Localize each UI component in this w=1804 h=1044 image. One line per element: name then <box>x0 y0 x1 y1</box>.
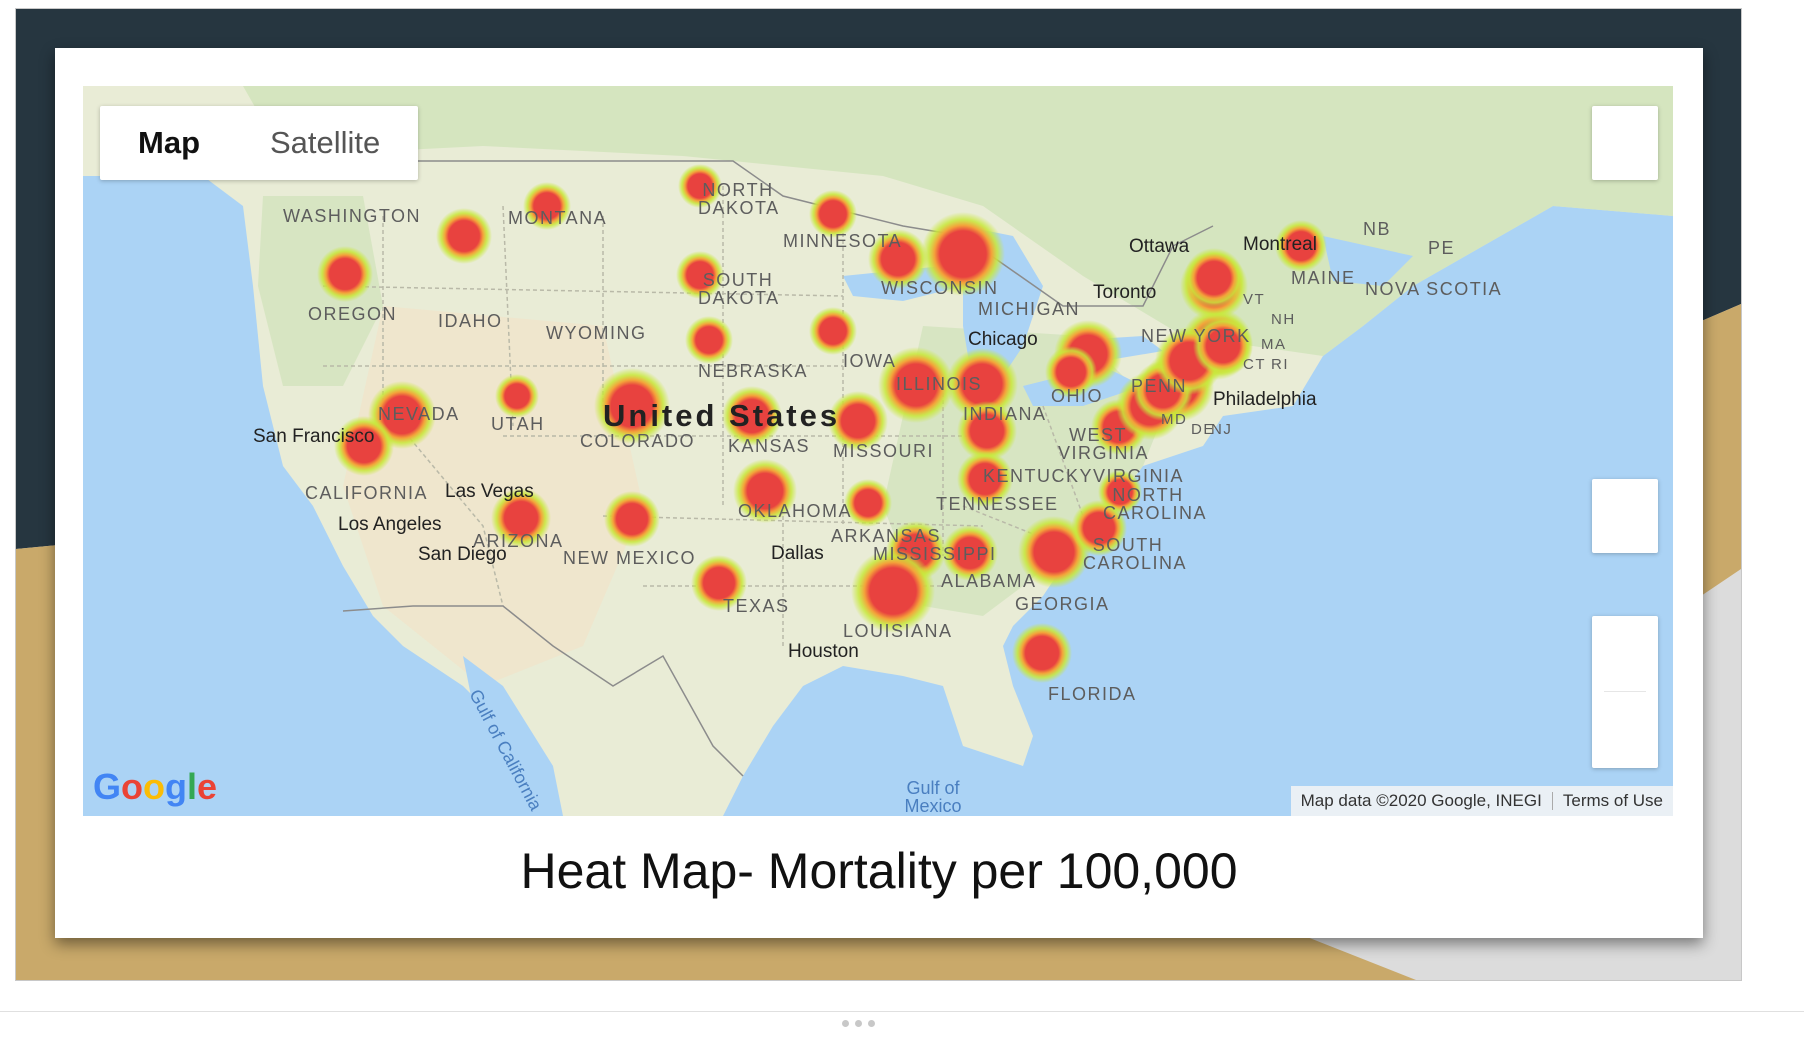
heat-hotspot <box>809 307 857 355</box>
city-san-francisco: San Francisco <box>253 426 375 447</box>
label-nebraska: NEBRASKA <box>698 361 809 381</box>
slide-card: WASHINGTON MONTANA NORTH DAKOTA MINNESOT… <box>55 48 1703 938</box>
label-nevada: NEVADA <box>378 404 460 424</box>
label-pe: PE <box>1428 238 1456 258</box>
label-oregon: OREGON <box>308 304 398 324</box>
street-view-button[interactable] <box>1592 479 1658 553</box>
terms-of-use-link[interactable]: Terms of Use <box>1553 786 1673 816</box>
label-virginia: VIRGINIA <box>1093 466 1185 486</box>
label-illinois: ILLINOIS <box>896 374 983 394</box>
label-missouri: MISSOURI <box>833 441 935 461</box>
label-new-mexico: NEW MEXICO <box>563 548 697 568</box>
label-ri: RI <box>1271 356 1289 373</box>
city-ottawa: Ottawa <box>1129 236 1190 257</box>
city-los-angeles: Los Angeles <box>338 514 442 535</box>
slide-panel-divider <box>0 1011 1804 1012</box>
label-kansas: KANSAS <box>728 436 811 456</box>
google-logo[interactable]: Google <box>93 766 217 808</box>
label-texas: TEXAS <box>723 596 790 616</box>
map-type-satellite-button[interactable]: Satellite <box>238 106 418 180</box>
heat-hotspot <box>1012 623 1072 683</box>
logo-letter: e <box>197 766 218 807</box>
label-minnesota: MINNESOTA <box>783 231 903 251</box>
city-philadelphia: Philadelphia <box>1213 389 1317 410</box>
attribution-map-data: Map data ©2020 Google, INEGI <box>1300 791 1542 810</box>
label-penn: PENN <box>1131 376 1188 396</box>
label-utah: UTAH <box>491 414 545 434</box>
label-montana: MONTANA <box>508 208 608 228</box>
label-georgia: GEORGIA <box>1015 594 1110 614</box>
heat-hotspot <box>317 246 373 302</box>
label-new-york: NEW YORK <box>1141 326 1251 346</box>
city-san-diego: San Diego <box>418 544 507 565</box>
label-nb: NB <box>1363 219 1392 239</box>
label-wisconsin: WISCONSIN <box>881 278 999 298</box>
handle-dot <box>842 1020 849 1027</box>
map-type-control: Map Satellite <box>100 106 419 180</box>
label-ct: CT <box>1243 356 1266 373</box>
label-iowa: IOWA <box>843 351 897 371</box>
map-type-map-button[interactable]: Map <box>100 106 238 180</box>
label-colorado: COLORADO <box>580 431 696 451</box>
label-mississippi: MISSISSIPPI <box>873 544 997 564</box>
zoom-in-button[interactable] <box>1592 616 1658 692</box>
city-dallas: Dallas <box>771 543 824 564</box>
slide-frame: WASHINGTON MONTANA NORTH DAKOTA MINNESOT… <box>15 8 1742 981</box>
city-chicago: Chicago <box>968 329 1038 350</box>
heat-hotspot <box>1184 248 1244 308</box>
label-country: United States <box>603 398 841 433</box>
label-west-virginia: WEST VIRGINIA <box>1058 425 1150 463</box>
label-idaho: IDAHO <box>438 311 503 331</box>
label-michigan: MICHIGAN <box>978 299 1080 319</box>
fullscreen-button[interactable] <box>1592 106 1658 180</box>
city-las-vegas: Las Vegas <box>445 481 534 502</box>
label-indiana: INDIANA <box>963 404 1047 424</box>
label-florida: FLORIDA <box>1048 684 1137 704</box>
heat-hotspot <box>685 316 733 364</box>
label-south-dakota: SOUTH DAKOTA <box>698 270 780 308</box>
label-maine: MAINE <box>1291 268 1356 288</box>
slide-caption: Heat Map- Mortality per 100,000 <box>520 843 1238 899</box>
label-kentucky: KENTUCKY <box>983 466 1094 486</box>
logo-letter: l <box>187 766 198 807</box>
label-wyoming: WYOMING <box>546 323 647 343</box>
label-north-carolina: NORTH CAROLINA <box>1103 485 1208 523</box>
label-nj: NJ <box>1211 421 1233 438</box>
label-md: MD <box>1161 411 1188 428</box>
heat-hotspot <box>436 208 492 264</box>
heat-hotspot <box>495 374 539 418</box>
label-nova-scotia: NOVA SCOTIA <box>1365 279 1503 299</box>
label-oklahoma: OKLAHOMA <box>738 501 853 521</box>
map-attribution: Map data ©2020 Google, INEGI Terms of Us… <box>1290 786 1673 816</box>
label-california: CALIFORNIA <box>305 483 429 503</box>
map-view[interactable]: WASHINGTON MONTANA NORTH DAKOTA MINNESOT… <box>83 86 1673 816</box>
label-ohio: OHIO <box>1051 386 1104 406</box>
label-washington: WASHINGTON <box>283 206 422 226</box>
label-ma: MA <box>1261 336 1287 353</box>
water-gulf-of-mexico: Gulf of Mexico <box>904 778 962 816</box>
logo-letter: g <box>165 766 188 807</box>
zoom-out-button[interactable] <box>1592 692 1658 768</box>
label-louisiana: LOUISIANA <box>843 621 953 641</box>
heat-hotspot <box>604 491 660 547</box>
logo-letter: o <box>143 766 166 807</box>
handle-dot <box>855 1020 862 1027</box>
label-north-dakota: NORTH DAKOTA <box>698 180 780 218</box>
label-vt: VT <box>1243 291 1266 308</box>
resize-handle[interactable] <box>842 1014 882 1027</box>
label-south-carolina: SOUTH CAROLINA <box>1083 535 1188 573</box>
label-tennessee: TENNESSEE <box>936 494 1059 514</box>
city-montreal: Montreal <box>1243 234 1317 255</box>
logo-letter: o <box>121 766 144 807</box>
handle-dot <box>868 1020 875 1027</box>
label-nh: NH <box>1271 311 1296 328</box>
city-toronto: Toronto <box>1093 282 1157 303</box>
label-alabama: ALABAMA <box>941 571 1037 591</box>
logo-letter: G <box>93 766 122 807</box>
city-houston: Houston <box>788 641 859 662</box>
zoom-control <box>1592 616 1658 768</box>
